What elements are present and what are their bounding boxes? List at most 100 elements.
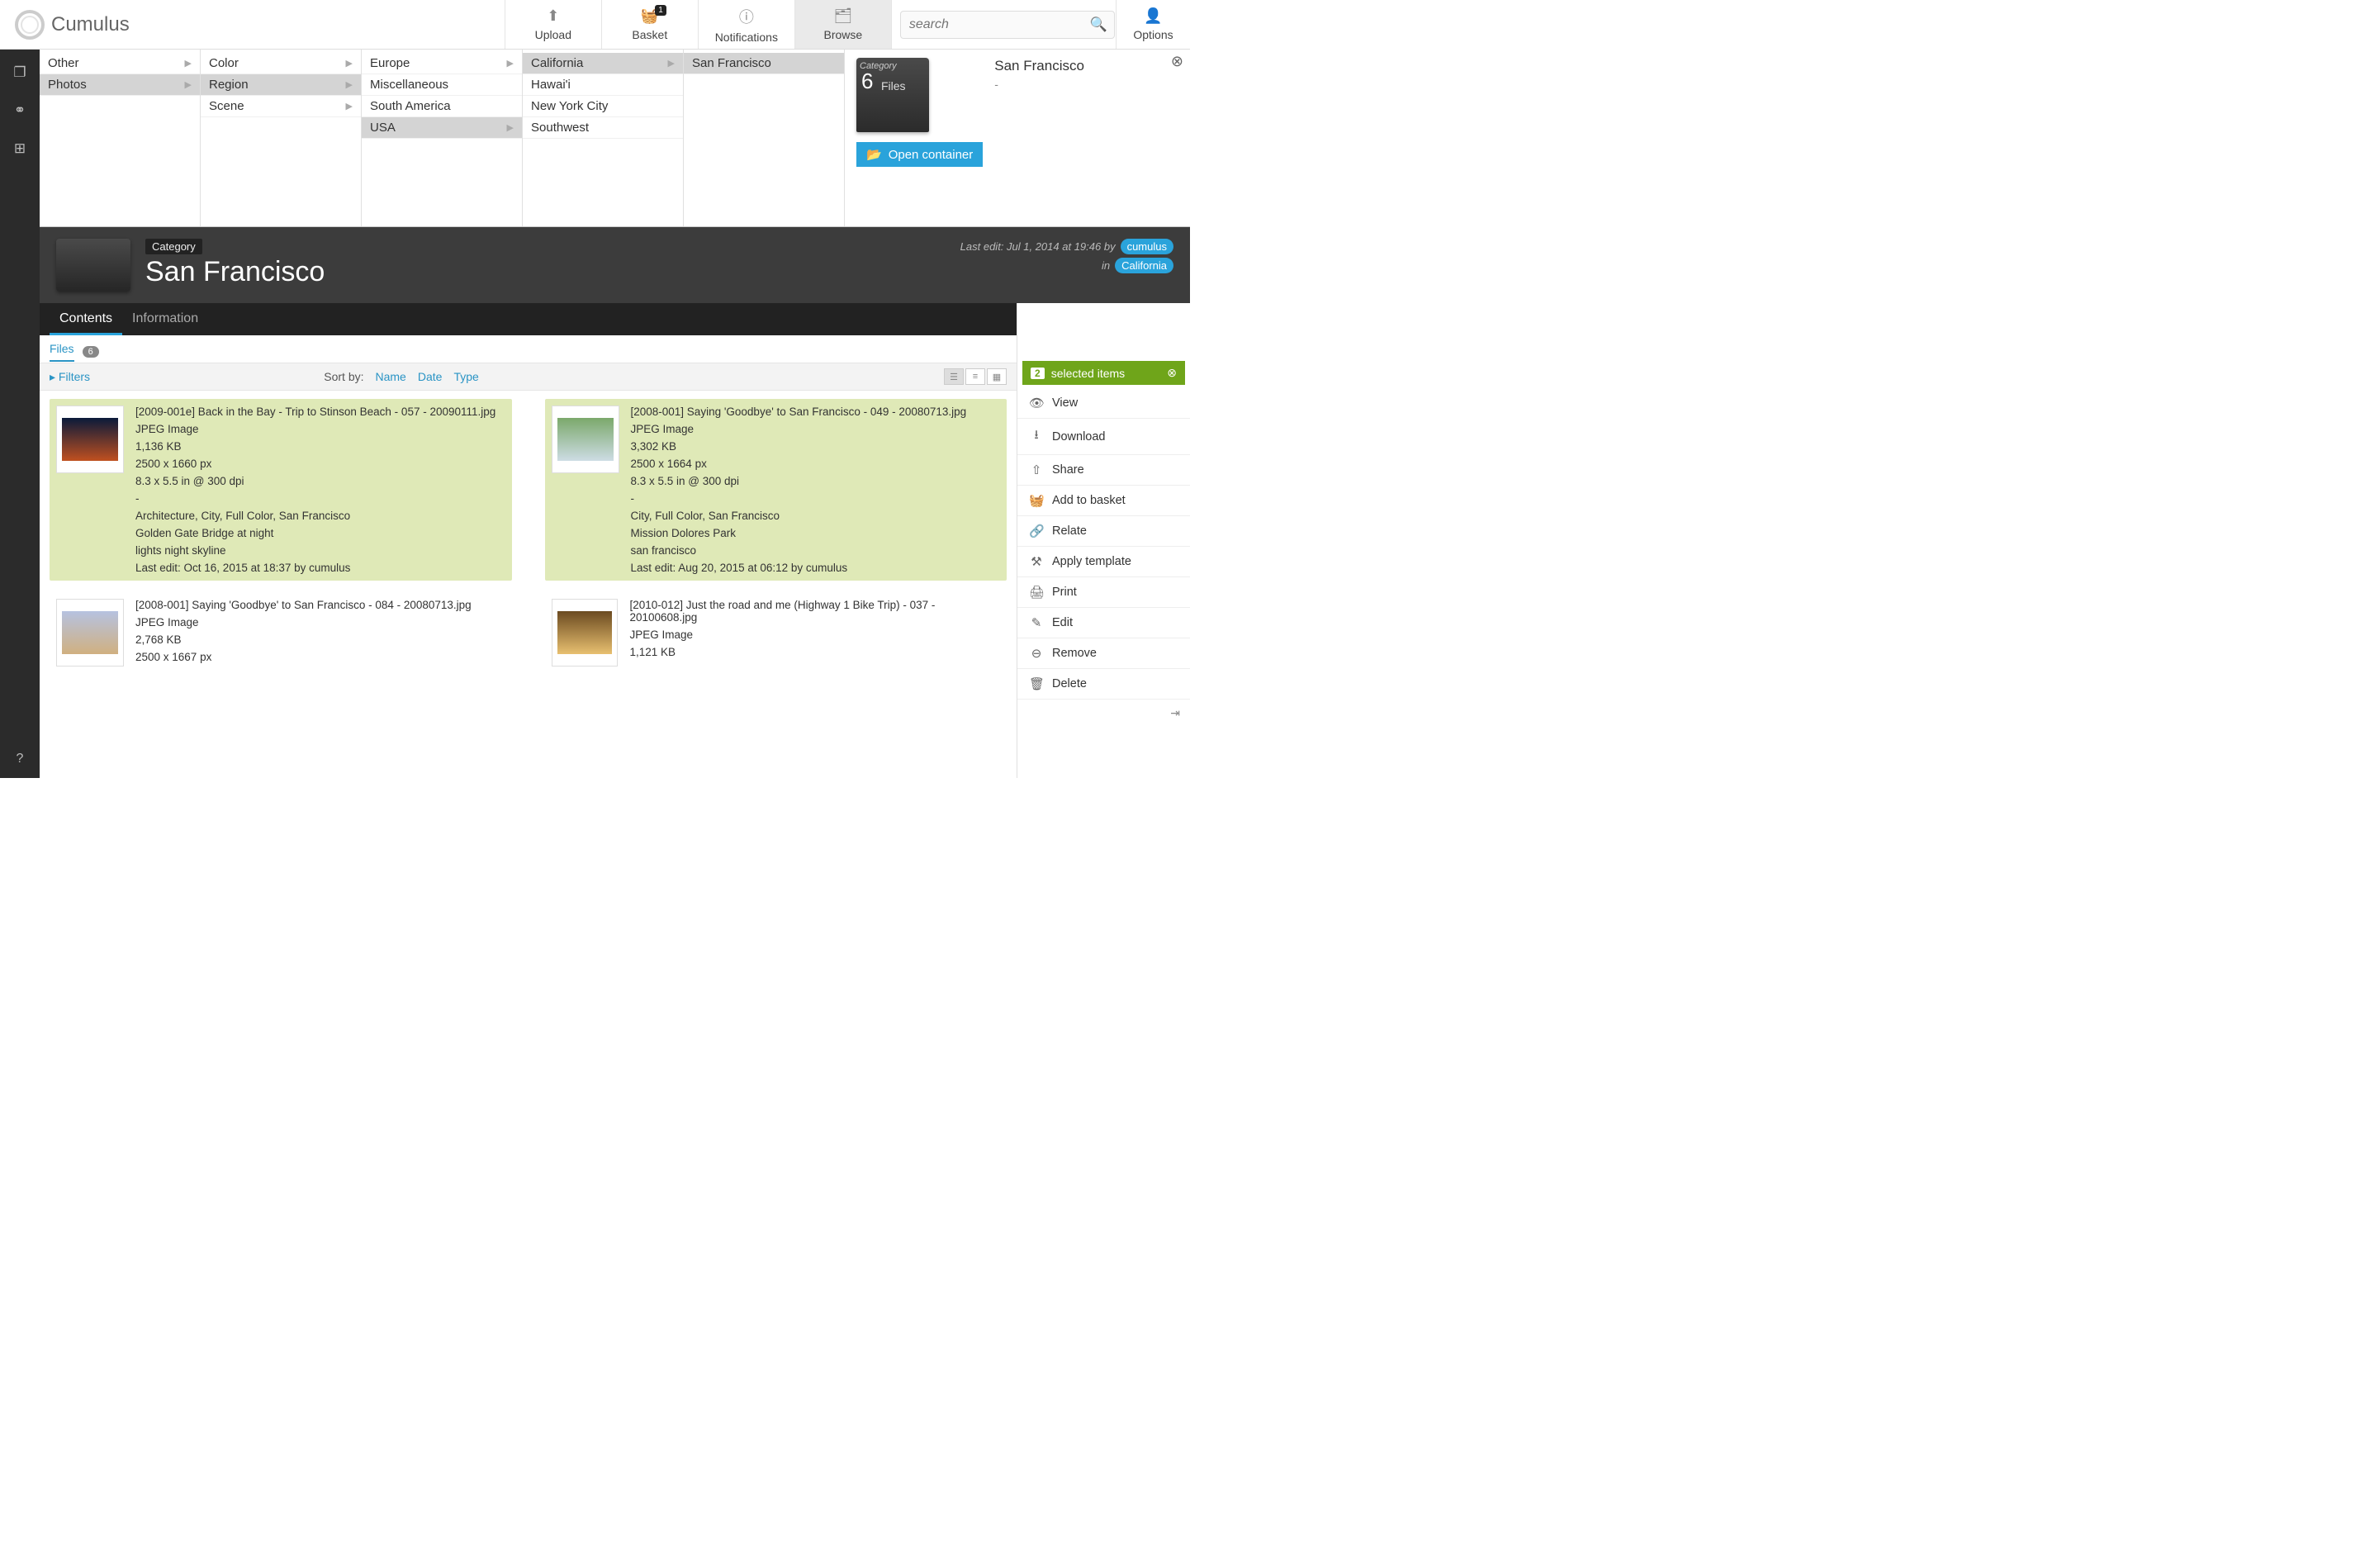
column-item[interactable]: Other▶ bbox=[40, 53, 200, 74]
tab-upload-label: Upload bbox=[535, 28, 571, 41]
tab-contents[interactable]: Contents bbox=[50, 303, 122, 335]
upload-icon: ⬆ bbox=[547, 7, 559, 25]
content-tabs: Contents Information bbox=[40, 303, 1017, 335]
folder-card-count: 6 bbox=[861, 69, 873, 94]
column-item[interactable]: Hawai'i bbox=[523, 74, 683, 96]
minus-icon: ⊖ bbox=[1029, 646, 1044, 661]
action-share[interactable]: ⇧Share bbox=[1017, 455, 1190, 486]
search-icon[interactable]: 🔍 bbox=[1090, 17, 1107, 33]
chevron-right-icon: ▶ bbox=[668, 58, 675, 69]
action-relate[interactable]: 🔗Relate bbox=[1017, 516, 1190, 547]
topbar: Cumulus ⬆ Upload 1 🧺 Basket ⓘ Notificati… bbox=[0, 0, 1190, 50]
parent-pill[interactable]: California bbox=[1115, 258, 1173, 273]
trash-icon: 🗑 bbox=[1029, 676, 1044, 691]
file-card[interactable]: [2009-001e] Back in the Bay - Trip to St… bbox=[50, 399, 512, 581]
action-download[interactable]: ⭳Download bbox=[1017, 419, 1190, 455]
column-item-label: Scene bbox=[209, 99, 244, 113]
column-item[interactable]: USA▶ bbox=[362, 117, 522, 139]
column-item[interactable]: Miscellaneous bbox=[362, 74, 522, 96]
action-print[interactable]: 🖨Print bbox=[1017, 577, 1190, 608]
tab-upload[interactable]: ⬆ Upload bbox=[505, 0, 601, 49]
category-folder-icon bbox=[56, 239, 130, 292]
category-tag: Category bbox=[145, 239, 202, 254]
action-apply-template[interactable]: ⚒Apply template bbox=[1017, 547, 1190, 577]
folder-icon: 🗂 bbox=[833, 7, 852, 25]
options-menu[interactable]: 👤 Options bbox=[1116, 0, 1190, 49]
sort-date[interactable]: Date bbox=[418, 370, 443, 383]
column-item-label: New York City bbox=[531, 99, 608, 113]
file-name: [2009-001e] Back in the Bay - Trip to St… bbox=[135, 406, 495, 418]
help-icon[interactable]: ? bbox=[17, 752, 24, 766]
file-card[interactable]: [2008-001] Saying 'Goodbye' to San Franc… bbox=[545, 399, 1007, 581]
last-edit-user[interactable]: cumulus bbox=[1121, 239, 1173, 254]
search-input[interactable] bbox=[900, 11, 1115, 39]
logo-area: Cumulus bbox=[0, 0, 140, 49]
file-name: [2008-001] Saying 'Goodbye' to San Franc… bbox=[135, 599, 472, 611]
people-icon[interactable]: ⚭ bbox=[14, 102, 26, 119]
chevron-right-icon: ▶ bbox=[507, 122, 514, 133]
column-item[interactable]: California▶ bbox=[523, 53, 683, 74]
file-type: JPEG Image bbox=[631, 423, 967, 435]
column-item[interactable]: South America bbox=[362, 96, 522, 117]
column-item[interactable]: Europe▶ bbox=[362, 53, 522, 74]
sort-type[interactable]: Type bbox=[453, 370, 478, 383]
column-item[interactable]: Region▶ bbox=[201, 74, 361, 96]
file-card[interactable]: [2010-012] Just the road and me (Highway… bbox=[545, 592, 1007, 673]
close-icon[interactable]: ⊗ bbox=[1171, 53, 1183, 70]
action-add-basket[interactable]: 🧺Add to basket bbox=[1017, 486, 1190, 516]
view-list-icon[interactable]: ≡ bbox=[965, 368, 985, 385]
subtabs: Files 6 bbox=[40, 335, 1017, 363]
tab-browse[interactable]: 🗂 Browse bbox=[794, 0, 891, 49]
action-template-label: Apply template bbox=[1052, 555, 1131, 568]
selected-count: 2 bbox=[1031, 368, 1045, 379]
chevron-right-icon: ▶ bbox=[185, 79, 192, 90]
tab-basket[interactable]: 1 🧺 Basket bbox=[601, 0, 698, 49]
file-dimensions-px: 2500 x 1660 px bbox=[135, 458, 495, 470]
file-meta: [2008-001] Saying 'Goodbye' to San Franc… bbox=[135, 599, 472, 667]
open-container-button[interactable]: 📂 Open container bbox=[856, 142, 983, 167]
column-item[interactable]: San Francisco bbox=[684, 53, 844, 74]
file-title: Mission Dolores Park bbox=[631, 527, 967, 539]
file-type: JPEG Image bbox=[135, 423, 495, 435]
action-edit[interactable]: ✎Edit bbox=[1017, 608, 1190, 638]
filters-toggle[interactable]: ▸ Filters bbox=[50, 370, 90, 384]
view-list-detail-icon[interactable]: ☰ bbox=[944, 368, 964, 385]
view-toggles: ☰ ≡ ▦ bbox=[944, 368, 1007, 385]
sort-name[interactable]: Name bbox=[376, 370, 406, 383]
category-meta: Last edit: Jul 1, 2014 at 19:46 bycumulu… bbox=[960, 240, 1173, 272]
share-icon: ⇧ bbox=[1029, 463, 1044, 477]
column-item[interactable]: Color▶ bbox=[201, 53, 361, 74]
file-card[interactable]: [2008-001] Saying 'Goodbye' to San Franc… bbox=[50, 592, 512, 673]
column-4: San Francisco bbox=[684, 50, 845, 226]
action-view[interactable]: 👁View bbox=[1017, 388, 1190, 419]
cards-icon[interactable]: ❐ bbox=[13, 64, 26, 81]
column-item-label: Other bbox=[48, 56, 79, 70]
column-item[interactable]: Scene▶ bbox=[201, 96, 361, 117]
tab-browse-label: Browse bbox=[823, 28, 862, 41]
action-remove[interactable]: ⊖Remove bbox=[1017, 638, 1190, 669]
grid-icon[interactable]: ⊞ bbox=[14, 140, 26, 157]
column-item[interactable]: New York City bbox=[523, 96, 683, 117]
column-item[interactable]: Southwest bbox=[523, 117, 683, 139]
top-tabs: ⬆ Upload 1 🧺 Basket ⓘ Notifications 🗂 Br… bbox=[505, 0, 891, 49]
file-last-edit: Last edit: Oct 16, 2015 at 18:37 by cumu… bbox=[135, 562, 495, 574]
tab-notifications[interactable]: ⓘ Notifications bbox=[698, 0, 794, 49]
file-title: Golden Gate Bridge at night bbox=[135, 527, 495, 539]
action-edit-label: Edit bbox=[1052, 616, 1073, 629]
content-area: Contents Information Files 6 ▸ Filters S… bbox=[40, 303, 1017, 778]
view-grid-icon[interactable]: ▦ bbox=[987, 368, 1007, 385]
clear-selection-icon[interactable]: ⊗ bbox=[1167, 366, 1177, 380]
left-sidebar: ❐ ⚭ ⊞ ? bbox=[0, 50, 40, 778]
preview-info: San Francisco - bbox=[994, 58, 1084, 218]
category-header: Category San Francisco Last edit: Jul 1,… bbox=[40, 227, 1190, 303]
collapse-panel-icon[interactable]: ⇥ bbox=[1017, 700, 1190, 727]
column-item[interactable]: Photos▶ bbox=[40, 74, 200, 96]
selected-label: selected items bbox=[1051, 367, 1161, 380]
thumbnail bbox=[552, 599, 619, 667]
action-delete[interactable]: 🗑Delete bbox=[1017, 669, 1190, 700]
file-meta: [2010-012] Just the road and me (Highway… bbox=[629, 599, 1000, 667]
file-type: JPEG Image bbox=[629, 629, 1000, 641]
subtab-files[interactable]: Files bbox=[50, 342, 74, 362]
action-basket-label: Add to basket bbox=[1052, 494, 1126, 507]
tab-information[interactable]: Information bbox=[122, 303, 208, 335]
